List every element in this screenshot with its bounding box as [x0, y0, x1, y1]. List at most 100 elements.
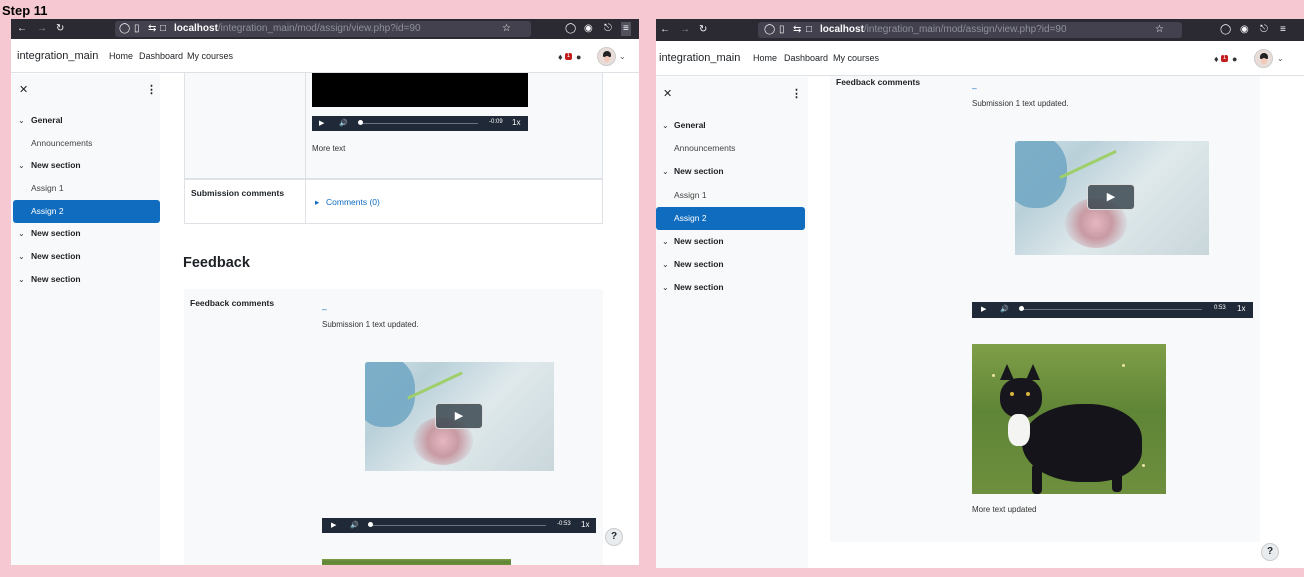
- submission-comments-row: [184, 179, 603, 224]
- kebab-icon[interactable]: ⋮: [146, 83, 157, 96]
- feedback-comments-label: Feedback comments: [190, 298, 275, 308]
- sidebar-item-announcements[interactable]: Announcements: [11, 133, 160, 154]
- feedback-heading: Feedback: [183, 255, 250, 271]
- chevron-down-icon: ⌄: [18, 252, 25, 261]
- reload-icon[interactable]: ↻: [56, 22, 64, 36]
- progress-knob[interactable]: [358, 120, 363, 125]
- chat-icon[interactable]: ●: [576, 52, 581, 62]
- speed-button[interactable]: 1x: [581, 520, 589, 529]
- sidebar-item-assign-1[interactable]: Assign 1: [656, 185, 808, 206]
- back-icon[interactable]: ←: [17, 22, 27, 36]
- sidebar-item-new-section[interactable]: ⌄ New section: [656, 277, 808, 298]
- sidebar-item-general[interactable]: ⌄ General: [11, 110, 160, 131]
- speed-button[interactable]: 1x: [1237, 304, 1245, 313]
- comments-link[interactable]: Comments (0): [326, 197, 380, 207]
- cat-image: [322, 559, 511, 565]
- account-icon[interactable]: ◉: [1240, 23, 1249, 37]
- star-icon[interactable]: ☆: [1155, 23, 1164, 37]
- moodle-navbar: integration_main Home Dashboard My cours…: [11, 39, 639, 73]
- nav-dashboard[interactable]: Dashboard: [784, 53, 828, 63]
- play-icon[interactable]: ▶: [435, 403, 483, 429]
- nav-my-courses[interactable]: My courses: [187, 51, 233, 61]
- menu-icon[interactable]: ≡: [1280, 23, 1286, 37]
- sidebar-item-new-section[interactable]: ⌄ New section: [11, 223, 160, 244]
- reload-icon[interactable]: ↻: [699, 23, 707, 37]
- nav-home[interactable]: Home: [109, 51, 133, 61]
- chat-icon[interactable]: ●: [1232, 54, 1237, 64]
- sidebar-item-new-section[interactable]: ⌄ New section: [656, 231, 808, 252]
- sidebar-item-new-section[interactable]: ⌄ New section: [656, 254, 808, 275]
- chevron-down-icon: ⌄: [662, 167, 669, 176]
- chevron-down-icon: ⌄: [662, 237, 669, 246]
- camera-permission-icon: □: [806, 24, 813, 35]
- avatar[interactable]: [1254, 49, 1273, 68]
- play-icon[interactable]: ▶: [331, 521, 336, 529]
- back-icon[interactable]: ←: [660, 23, 670, 37]
- step-label: Step 11: [2, 3, 48, 18]
- pocket-icon[interactable]: ◯: [565, 22, 576, 36]
- site-name[interactable]: integration_main: [659, 52, 740, 64]
- sidebar-item-assign-2[interactable]: Assign 2: [656, 207, 805, 230]
- forward-icon[interactable]: →: [680, 23, 690, 37]
- audio-player-2[interactable]: ▶ 🔊 -0:53 1x: [322, 518, 596, 533]
- sidebar-item-new-section[interactable]: ⌄ New section: [11, 155, 160, 176]
- extensions-icon[interactable]: ⎋: [1260, 23, 1268, 37]
- video-thumbnail[interactable]: ▶: [1015, 141, 1209, 255]
- play-icon[interactable]: ▶: [319, 119, 324, 127]
- sidebar-item-assign-2[interactable]: Assign 2: [13, 200, 160, 223]
- audio-player[interactable]: ▶ 🔊 0:53 1x: [972, 302, 1253, 318]
- moodle-navbar: integration_main Home Dashboard My cours…: [656, 41, 1304, 76]
- sidebar-item-new-section[interactable]: ⌄ New section: [11, 246, 160, 267]
- forward-icon[interactable]: →: [37, 22, 47, 36]
- sidebar-item-new-section[interactable]: ⌄ New section: [656, 161, 808, 182]
- progress-knob[interactable]: [1019, 306, 1024, 311]
- chevron-down-icon: ⌄: [18, 229, 25, 238]
- url-text[interactable]: localhost/integration_main/mod/assign/vi…: [174, 22, 421, 36]
- star-icon[interactable]: ☆: [502, 22, 511, 36]
- permissions-icon[interactable]: ⇆: [148, 22, 156, 36]
- progress-knob[interactable]: [368, 522, 373, 527]
- avatar[interactable]: [597, 47, 616, 66]
- close-icon[interactable]: ✕: [663, 87, 672, 100]
- chevron-down-icon: ⌄: [662, 283, 669, 292]
- video-thumbnail[interactable]: ▶: [365, 362, 554, 471]
- sidebar-item-assign-1[interactable]: Assign 1: [11, 178, 160, 199]
- bell-icon[interactable]: ♦: [558, 52, 563, 62]
- course-index-drawer: ✕ ⋮ ⌄ General Announcements ⌄ New section …: [656, 77, 808, 568]
- sidebar-item-general[interactable]: ⌄ General: [656, 115, 808, 136]
- nav-home[interactable]: Home: [753, 53, 777, 63]
- chevron-down-icon[interactable]: ⌄: [619, 52, 626, 61]
- kebab-icon[interactable]: ⋮: [791, 87, 802, 100]
- help-button[interactable]: ?: [605, 528, 623, 546]
- volume-icon[interactable]: 🔊: [339, 119, 348, 127]
- speed-button[interactable]: 1x: [512, 118, 520, 127]
- audio-player[interactable]: ▶ 🔊 -0:09 1x: [312, 116, 528, 131]
- play-icon[interactable]: ▶: [981, 305, 986, 313]
- help-button[interactable]: ?: [1261, 543, 1279, 561]
- nav-dashboard[interactable]: Dashboard: [139, 51, 183, 61]
- course-index-drawer: ✕ ⋮ ⌄ General Announcements ⌄ New section …: [11, 74, 160, 565]
- account-icon[interactable]: ◉: [584, 22, 593, 36]
- play-icon[interactable]: ▶: [1087, 184, 1135, 210]
- bell-icon[interactable]: ♦: [1214, 54, 1219, 64]
- pocket-icon[interactable]: ◯: [1220, 23, 1231, 37]
- camera-permission-icon: □: [160, 23, 167, 34]
- extensions-icon[interactable]: ⎋: [604, 22, 612, 36]
- sidebar-item-new-section[interactable]: ⌄ New section: [11, 269, 160, 290]
- browser-toolbar: ← → ↻ ◯ ▯ ⇆ □ localhost/integration_main…: [11, 19, 639, 39]
- caret-right-icon[interactable]: ▸: [315, 197, 319, 208]
- chevron-down-icon[interactable]: ⌄: [1277, 54, 1284, 63]
- close-icon[interactable]: ✕: [19, 83, 28, 96]
- more-text: More text updated: [972, 505, 1037, 514]
- volume-icon[interactable]: 🔊: [350, 521, 359, 529]
- video-player[interactable]: [312, 73, 528, 107]
- time-readout: -0:53: [557, 521, 571, 527]
- permissions-icon[interactable]: ⇆: [793, 23, 801, 37]
- menu-icon[interactable]: ≡: [621, 22, 631, 36]
- volume-icon[interactable]: 🔊: [1000, 305, 1009, 313]
- url-text[interactable]: localhost/integration_main/mod/assign/vi…: [820, 23, 1067, 37]
- browser-toolbar: ← → ↻ ◯ ▯ ⇆ □ localhost/integration_main…: [656, 19, 1304, 41]
- site-name[interactable]: integration_main: [17, 50, 98, 62]
- nav-my-courses[interactable]: My courses: [833, 53, 879, 63]
- sidebar-item-announcements[interactable]: Announcements: [656, 138, 808, 159]
